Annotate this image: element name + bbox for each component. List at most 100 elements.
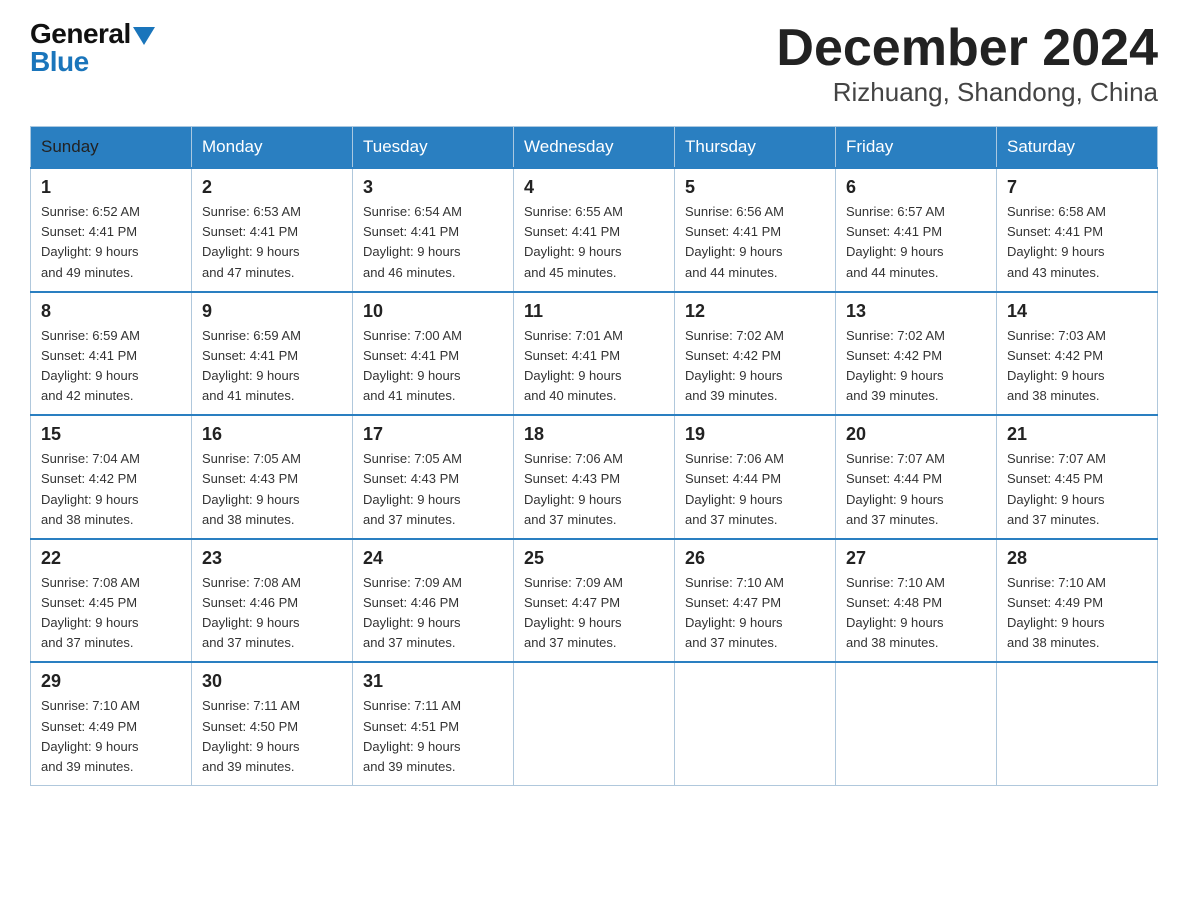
calendar-cell: 4Sunrise: 6:55 AMSunset: 4:41 PMDaylight…	[514, 168, 675, 292]
day-number: 11	[524, 301, 664, 322]
day-info: Sunrise: 6:53 AMSunset: 4:41 PMDaylight:…	[202, 202, 342, 283]
calendar-cell: 7 Sunrise: 6:58 AMSunset: 4:41 PMDaylight…	[997, 168, 1158, 292]
logo-blue-text: Blue	[30, 48, 155, 76]
day-number: 18	[524, 424, 664, 445]
day-info: Sunrise: 6:59 AMSunset: 4:41 PMDaylight:…	[41, 326, 181, 407]
calendar-cell: 18 Sunrise: 7:06 AMSunset: 4:43 PMDayligh…	[514, 415, 675, 539]
day-number: 27	[846, 548, 986, 569]
weekday-header-tuesday: Tuesday	[353, 127, 514, 169]
day-number: 15	[41, 424, 181, 445]
day-number: 31	[363, 671, 503, 692]
page-header: General Blue December 2024 Rizhuang, Sha…	[30, 20, 1158, 108]
calendar-cell: 11 Sunrise: 7:01 AMSunset: 4:41 PMDayligh…	[514, 292, 675, 416]
day-number: 20	[846, 424, 986, 445]
day-info: Sunrise: 7:03 AMSunset: 4:42 PMDaylight:…	[1007, 326, 1147, 407]
day-info: Sunrise: 6:56 AMSunset: 4:41 PMDaylight:…	[685, 202, 825, 283]
calendar-title: December 2024	[776, 20, 1158, 77]
weekday-header-thursday: Thursday	[675, 127, 836, 169]
day-info: Sunrise: 7:08 AMSunset: 4:46 PMDaylight:…	[202, 573, 342, 654]
day-number: 3	[363, 177, 503, 198]
day-info: Sunrise: 7:04 AMSunset: 4:42 PMDaylight:…	[41, 449, 181, 530]
calendar-cell: 12 Sunrise: 7:02 AMSunset: 4:42 PMDayligh…	[675, 292, 836, 416]
day-number: 14	[1007, 301, 1147, 322]
day-number: 13	[846, 301, 986, 322]
day-number: 4	[524, 177, 664, 198]
calendar-cell: 9 Sunrise: 6:59 AMSunset: 4:41 PMDaylight…	[192, 292, 353, 416]
day-info: Sunrise: 7:05 AMSunset: 4:43 PMDaylight:…	[363, 449, 503, 530]
day-number: 10	[363, 301, 503, 322]
calendar-cell: 25 Sunrise: 7:09 AMSunset: 4:47 PMDayligh…	[514, 539, 675, 663]
day-number: 1	[41, 177, 181, 198]
day-number: 25	[524, 548, 664, 569]
calendar-cell: 22Sunrise: 7:08 AMSunset: 4:45 PMDayligh…	[31, 539, 192, 663]
calendar-cell: 30Sunrise: 7:11 AMSunset: 4:50 PMDayligh…	[192, 662, 353, 785]
day-info: Sunrise: 7:05 AMSunset: 4:43 PMDaylight:…	[202, 449, 342, 530]
day-number: 28	[1007, 548, 1147, 569]
day-number: 9	[202, 301, 342, 322]
day-info: Sunrise: 6:59 AMSunset: 4:41 PMDaylight:…	[202, 326, 342, 407]
calendar-cell: 1Sunrise: 6:52 AMSunset: 4:41 PMDaylight…	[31, 168, 192, 292]
calendar-cell: 20Sunrise: 7:07 AMSunset: 4:44 PMDayligh…	[836, 415, 997, 539]
weekday-header-monday: Monday	[192, 127, 353, 169]
weekday-header-saturday: Saturday	[997, 127, 1158, 169]
logo-general-text: General	[30, 20, 155, 48]
calendar-cell: 14 Sunrise: 7:03 AMSunset: 4:42 PMDayligh…	[997, 292, 1158, 416]
day-info: Sunrise: 7:10 AMSunset: 4:49 PMDaylight:…	[41, 696, 181, 777]
calendar-cell: 15 Sunrise: 7:04 AMSunset: 4:42 PMDayligh…	[31, 415, 192, 539]
calendar-cell: 23Sunrise: 7:08 AMSunset: 4:46 PMDayligh…	[192, 539, 353, 663]
calendar-cell: 29 Sunrise: 7:10 AMSunset: 4:49 PMDayligh…	[31, 662, 192, 785]
day-info: Sunrise: 7:06 AMSunset: 4:43 PMDaylight:…	[524, 449, 664, 530]
day-info: Sunrise: 6:57 AMSunset: 4:41 PMDaylight:…	[846, 202, 986, 283]
day-info: Sunrise: 7:07 AMSunset: 4:45 PMDaylight:…	[1007, 449, 1147, 530]
day-number: 16	[202, 424, 342, 445]
day-info: Sunrise: 7:10 AMSunset: 4:47 PMDaylight:…	[685, 573, 825, 654]
day-number: 17	[363, 424, 503, 445]
day-number: 7	[1007, 177, 1147, 198]
day-number: 21	[1007, 424, 1147, 445]
day-info: Sunrise: 7:01 AMSunset: 4:41 PMDaylight:…	[524, 326, 664, 407]
day-number: 24	[363, 548, 503, 569]
logo-arrow-icon	[133, 27, 155, 45]
calendar-cell: 8 Sunrise: 6:59 AMSunset: 4:41 PMDaylight…	[31, 292, 192, 416]
calendar-cell: 21 Sunrise: 7:07 AMSunset: 4:45 PMDayligh…	[997, 415, 1158, 539]
day-info: Sunrise: 7:02 AMSunset: 4:42 PMDaylight:…	[685, 326, 825, 407]
calendar-subtitle: Rizhuang, Shandong, China	[776, 77, 1158, 108]
day-info: Sunrise: 7:09 AMSunset: 4:47 PMDaylight:…	[524, 573, 664, 654]
logo: General Blue	[30, 20, 155, 76]
calendar-cell: 3 Sunrise: 6:54 AMSunset: 4:41 PMDaylight…	[353, 168, 514, 292]
day-info: Sunrise: 7:08 AMSunset: 4:45 PMDaylight:…	[41, 573, 181, 654]
calendar-cell: 26 Sunrise: 7:10 AMSunset: 4:47 PMDayligh…	[675, 539, 836, 663]
calendar-cell: 24Sunrise: 7:09 AMSunset: 4:46 PMDayligh…	[353, 539, 514, 663]
calendar-cell: 5Sunrise: 6:56 AMSunset: 4:41 PMDaylight…	[675, 168, 836, 292]
day-info: Sunrise: 6:58 AMSunset: 4:41 PMDaylight:…	[1007, 202, 1147, 283]
calendar-cell: 10 Sunrise: 7:00 AMSunset: 4:41 PMDayligh…	[353, 292, 514, 416]
day-number: 19	[685, 424, 825, 445]
day-number: 2	[202, 177, 342, 198]
calendar-cell: 17 Sunrise: 7:05 AMSunset: 4:43 PMDayligh…	[353, 415, 514, 539]
calendar-cell	[836, 662, 997, 785]
day-number: 30	[202, 671, 342, 692]
day-number: 29	[41, 671, 181, 692]
calendar-cell: 28 Sunrise: 7:10 AMSunset: 4:49 PMDayligh…	[997, 539, 1158, 663]
calendar-cell	[997, 662, 1158, 785]
calendar-cell: 6 Sunrise: 6:57 AMSunset: 4:41 PMDaylight…	[836, 168, 997, 292]
weekday-header-friday: Friday	[836, 127, 997, 169]
day-info: Sunrise: 7:06 AMSunset: 4:44 PMDaylight:…	[685, 449, 825, 530]
title-block: December 2024 Rizhuang, Shandong, China	[776, 20, 1158, 108]
calendar-cell: 16 Sunrise: 7:05 AMSunset: 4:43 PMDayligh…	[192, 415, 353, 539]
calendar-cell: 2 Sunrise: 6:53 AMSunset: 4:41 PMDaylight…	[192, 168, 353, 292]
day-info: Sunrise: 6:54 AMSunset: 4:41 PMDaylight:…	[363, 202, 503, 283]
calendar-cell	[514, 662, 675, 785]
calendar-cell: 13 Sunrise: 7:02 AMSunset: 4:42 PMDayligh…	[836, 292, 997, 416]
day-info: Sunrise: 7:02 AMSunset: 4:42 PMDaylight:…	[846, 326, 986, 407]
day-number: 26	[685, 548, 825, 569]
day-info: Sunrise: 7:00 AMSunset: 4:41 PMDaylight:…	[363, 326, 503, 407]
day-number: 6	[846, 177, 986, 198]
day-info: Sunrise: 7:10 AMSunset: 4:49 PMDaylight:…	[1007, 573, 1147, 654]
calendar-cell: 31Sunrise: 7:11 AMSunset: 4:51 PMDayligh…	[353, 662, 514, 785]
calendar-cell	[675, 662, 836, 785]
calendar-cell: 19 Sunrise: 7:06 AMSunset: 4:44 PMDayligh…	[675, 415, 836, 539]
calendar-cell: 27Sunrise: 7:10 AMSunset: 4:48 PMDayligh…	[836, 539, 997, 663]
day-number: 8	[41, 301, 181, 322]
day-number: 12	[685, 301, 825, 322]
